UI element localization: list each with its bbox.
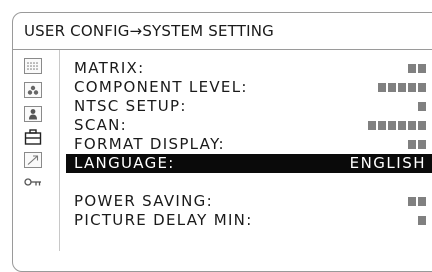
level-block <box>388 83 396 92</box>
level-block <box>418 140 426 149</box>
level-indicator <box>368 116 426 135</box>
key-icon[interactable] <box>24 175 42 191</box>
menu-item-label: PICTURE DELAY MIN: <box>74 211 253 229</box>
toolbox-icon[interactable] <box>24 129 42 145</box>
language-value: ENGLISH <box>349 154 426 172</box>
level-indicator <box>418 97 426 116</box>
menu-item-label: POWER SAVING: <box>74 192 213 210</box>
menu-item-label: COMPONENT LEVEL: <box>74 78 248 96</box>
menu-breadcrumb: USER CONFIG→SYSTEM SETTING <box>24 22 274 40</box>
level-block <box>408 121 416 130</box>
arrow-icon[interactable] <box>24 152 42 168</box>
header-divider <box>13 49 432 50</box>
menu-item-picture-delay-min[interactable]: PICTURE DELAY MIN: <box>66 211 432 230</box>
level-block <box>418 83 426 92</box>
icon-column-divider <box>59 50 60 251</box>
menu-item-power-saving[interactable]: POWER SAVING: <box>66 192 432 211</box>
level-indicator <box>378 78 426 97</box>
level-block <box>398 83 406 92</box>
menu-item-language[interactable]: LANGUAGE: ENGLISH <box>66 154 432 173</box>
level-block <box>398 121 406 130</box>
menu-item-label: FORMAT DISPLAY: <box>74 135 225 153</box>
level-block <box>408 140 416 149</box>
menu-item-label: MATRIX: <box>74 59 145 77</box>
menu-item-label: NTSC SETUP: <box>74 97 187 115</box>
level-indicator <box>408 192 426 211</box>
level-block <box>408 197 416 206</box>
level-block <box>408 64 416 73</box>
person-icon[interactable] <box>24 106 42 122</box>
level-block <box>418 64 426 73</box>
menu-item-format-display[interactable]: FORMAT DISPLAY: <box>66 135 432 154</box>
level-block <box>408 83 416 92</box>
matrix-grid-icon[interactable] <box>24 58 42 74</box>
menu-item-matrix[interactable]: MATRIX: <box>66 59 432 78</box>
level-block <box>378 121 386 130</box>
level-indicator <box>408 59 426 78</box>
level-block <box>418 216 426 225</box>
menu-item-scan[interactable]: SCAN: <box>66 116 432 135</box>
level-block <box>418 102 426 111</box>
level-block <box>378 83 386 92</box>
level-indicator <box>408 135 426 154</box>
menu-item-label: LANGUAGE: <box>74 154 175 172</box>
menu-item-label: SCAN: <box>74 116 128 134</box>
menu-item-component-level[interactable]: COMPONENT LEVEL: <box>66 78 432 97</box>
menu-item-ntsc-setup[interactable]: NTSC SETUP: <box>66 97 432 116</box>
level-block <box>388 121 396 130</box>
level-block <box>418 121 426 130</box>
color-dots-icon[interactable] <box>24 82 42 98</box>
level-block <box>368 121 376 130</box>
level-block <box>418 197 426 206</box>
level-indicator <box>418 211 426 230</box>
